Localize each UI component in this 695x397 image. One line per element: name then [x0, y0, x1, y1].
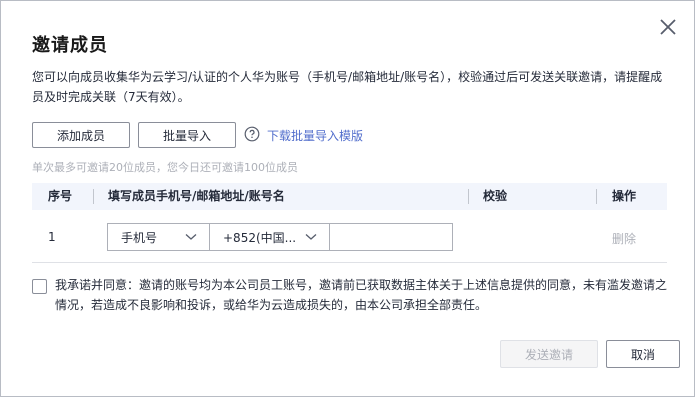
chevron-down-icon [185, 234, 197, 240]
cancel-button[interactable]: 取消 [606, 340, 680, 368]
dialog-description: 您可以向成员收集华为云学习/认证的个人华为账号（手机号/邮箱地址/账号名），校验… [32, 70, 663, 104]
header-account: 填写成员手机号/邮箱地址/账号名 [108, 189, 285, 203]
help-icon[interactable] [244, 126, 260, 142]
country-code-value: +852(中国... [223, 230, 297, 245]
account-input[interactable] [329, 223, 453, 251]
table-row: 1 手机号 +852(中国... 删除 [32, 210, 667, 263]
chevron-down-icon [305, 234, 317, 240]
delete-row-link[interactable]: 删除 [612, 230, 636, 247]
invite-members-dialog: 邀请成员 您可以向成员收集华为云学习/认证的个人华为账号（手机号/邮箱地址/账号… [0, 0, 695, 397]
header-divider [596, 189, 597, 204]
header-divider [93, 189, 94, 204]
account-type-value: 手机号 [121, 230, 158, 245]
invite-limit-hint: 单次最多可邀请20位成员，您今日还可邀请100位成员 [32, 161, 298, 174]
header-divider [468, 189, 469, 204]
agreement-checkbox[interactable] [32, 279, 47, 294]
row-index: 1 [48, 230, 56, 244]
header-action: 操作 [612, 189, 637, 203]
header-verify: 校验 [483, 189, 508, 203]
close-icon[interactable] [657, 16, 679, 38]
country-code-select[interactable]: +852(中国... [209, 223, 330, 251]
download-template-link[interactable]: 下载批量导入模版 [267, 127, 363, 144]
header-index: 序号 [48, 189, 73, 203]
table-header: 序号 填写成员手机号/邮箱地址/账号名 校验 操作 [32, 183, 667, 210]
dialog-title: 邀请成员 [32, 35, 108, 56]
batch-import-button[interactable]: 批量导入 [138, 122, 236, 148]
send-invite-button[interactable]: 发送邀请 [500, 340, 598, 368]
agreement-text: 我承诺并同意：邀请的账号均为本公司员工账号，邀请前已获取数据主体关于上述信息提供… [55, 278, 668, 312]
add-member-button[interactable]: 添加成员 [32, 122, 130, 148]
account-type-select[interactable]: 手机号 [107, 223, 210, 251]
